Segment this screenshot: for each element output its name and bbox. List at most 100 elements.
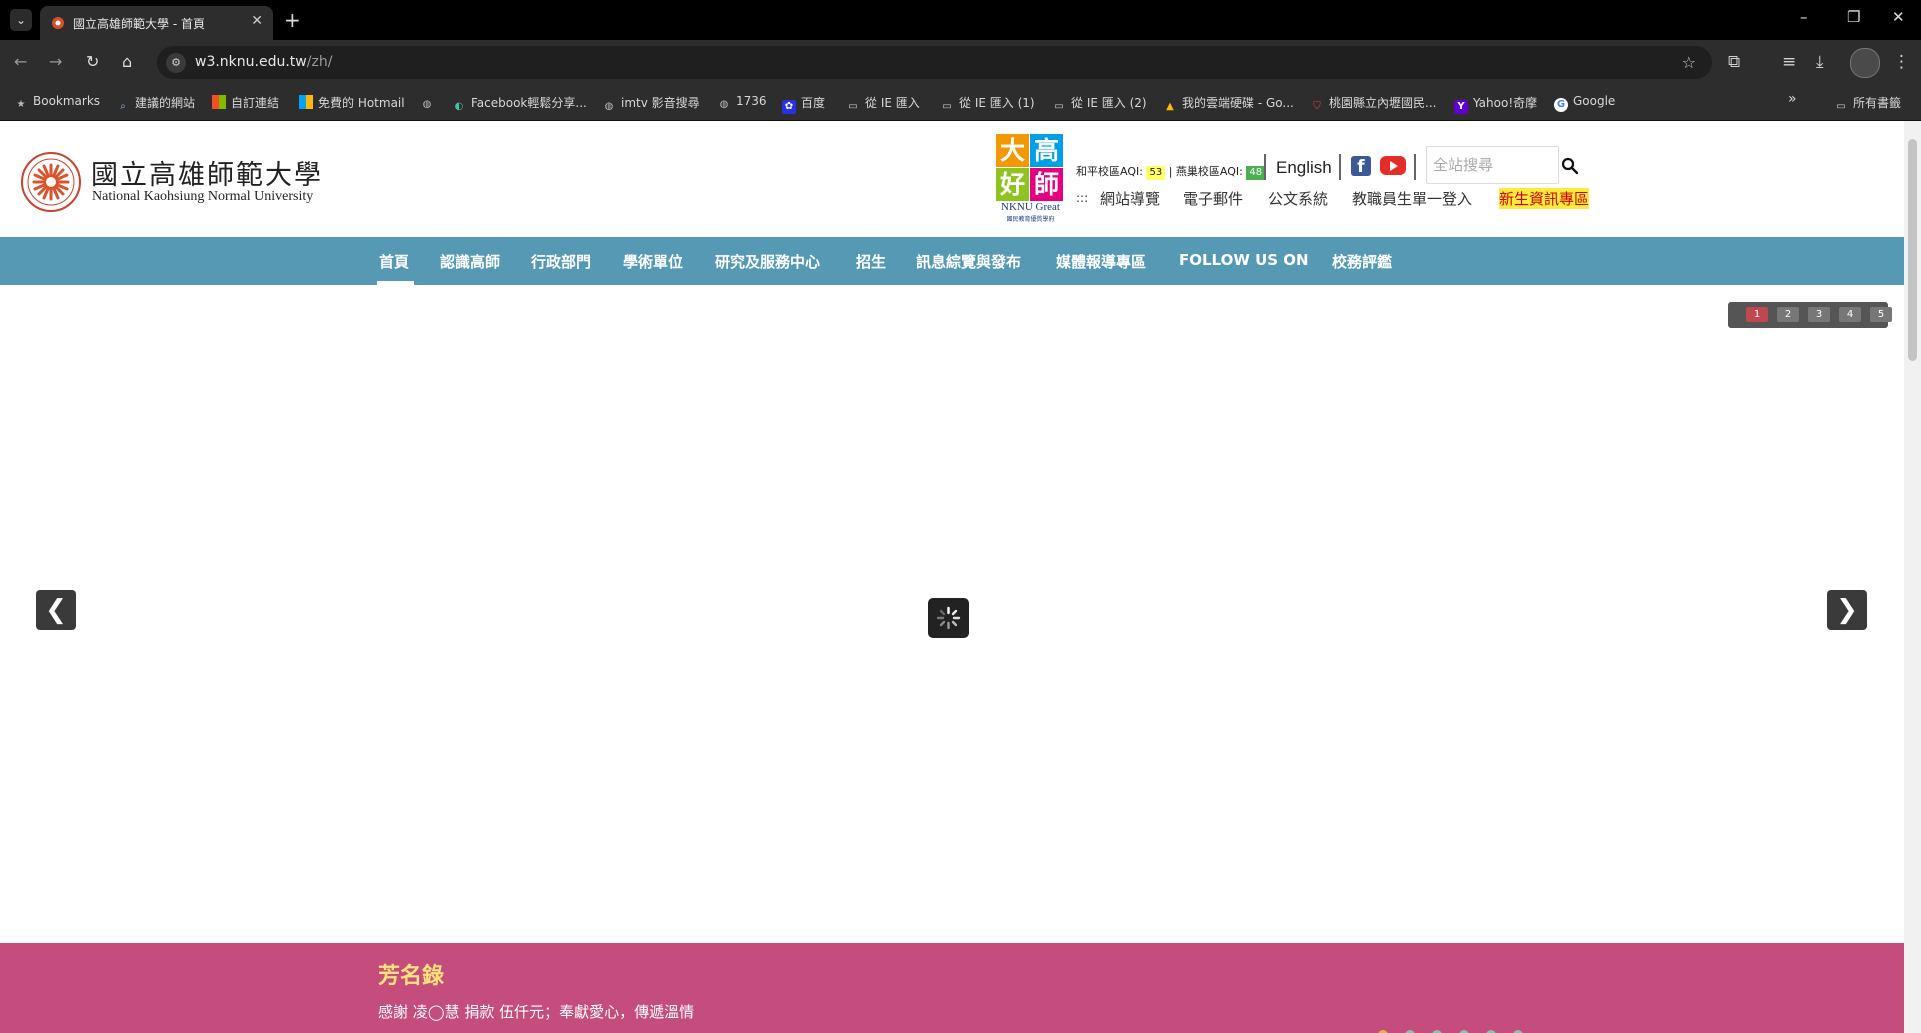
- windows-icon: [212, 95, 226, 109]
- loading-spinner-icon: [928, 598, 969, 638]
- site-info-icon[interactable]: ⚙: [166, 53, 186, 73]
- minimize-icon[interactable]: –: [1800, 8, 1808, 26]
- page-scrollbar[interactable]: [1904, 121, 1921, 1033]
- bookmark-item[interactable]: Y Yahoo!奇摩: [1454, 94, 1537, 114]
- bookmark-star-icon[interactable]: ☆: [1682, 53, 1696, 72]
- tab-title: 國立高雄師範大學 - 首頁: [73, 17, 205, 31]
- great-char: 大: [996, 134, 1029, 167]
- bookmark-folder[interactable]: ▭ 從 IE 匯入: [846, 94, 920, 114]
- freshman-info-link[interactable]: 新生資訊專區: [1499, 188, 1590, 209]
- bookmark-item[interactable]: ★ Bookmarks: [14, 94, 101, 112]
- browser-tab-strip: ⌄ 國立高雄師範大學 - 首頁 ✕ + – ❐ ✕: [0, 0, 1921, 40]
- forward-arrow-icon[interactable]: →: [49, 52, 62, 71]
- university-seal-logo[interactable]: [20, 151, 82, 213]
- nav-news[interactable]: 訊息綜覽與發布: [916, 251, 1021, 272]
- active-tab[interactable]: 國立高雄師範大學 - 首頁 ✕: [40, 6, 273, 40]
- nav-research-centers[interactable]: 研究及服務中心: [715, 251, 820, 272]
- bookmark-folder[interactable]: ▭ 從 IE 匯入 (1): [940, 94, 1034, 114]
- tab-search-chevron-icon[interactable]: ⌄: [10, 9, 32, 31]
- slider-prev-icon[interactable]: ❮: [36, 590, 76, 630]
- sso-login-link[interactable]: 教職員生單一登入: [1352, 188, 1472, 209]
- reload-icon[interactable]: ↻: [86, 52, 99, 71]
- nav-follow-us[interactable]: FOLLOW US ON: [1179, 251, 1309, 269]
- all-bookmarks-folder[interactable]: ▭ 所有書籤: [1834, 94, 1901, 114]
- aqi-yanchao-value: 48: [1246, 166, 1266, 180]
- bookmark-item[interactable]: ◐ Facebook輕鬆分享...: [452, 94, 587, 114]
- slider-next-icon[interactable]: ❯: [1827, 590, 1867, 630]
- bookmark-item[interactable]: G Google: [1554, 94, 1615, 112]
- bookmark-item[interactable]: ◍: [420, 94, 439, 112]
- more-menu-icon[interactable]: ⋮: [1893, 52, 1910, 72]
- profile-avatar-icon[interactable]: [1850, 48, 1880, 78]
- nav-home[interactable]: 首頁: [379, 251, 409, 272]
- honor-roll-title: 芳名錄: [378, 964, 445, 989]
- slide-page-button[interactable]: 2: [1777, 307, 1799, 322]
- close-tab-icon[interactable]: ✕: [251, 13, 263, 29]
- home-icon[interactable]: ⌂: [122, 52, 132, 71]
- great-char: 好: [996, 168, 1029, 201]
- back-arrow-icon[interactable]: ←: [14, 52, 27, 71]
- google-icon: G: [1554, 98, 1568, 112]
- bookmark-item[interactable]: ⌕ 建議的網站: [116, 94, 195, 114]
- aqi-readout[interactable]: 和平校區AQI: 53 | 燕巢校區AQI: 48: [1076, 163, 1266, 180]
- nav-admissions[interactable]: 招生: [856, 251, 886, 272]
- bookmark-folder[interactable]: ▭ 從 IE 匯入 (2): [1052, 94, 1146, 114]
- edge-icon: ◐: [454, 101, 464, 112]
- slide-page-button[interactable]: 5: [1870, 307, 1892, 322]
- restore-icon[interactable]: ❐: [1847, 8, 1860, 26]
- new-tab-plus-icon[interactable]: +: [284, 8, 301, 32]
- english-link[interactable]: English: [1276, 158, 1332, 178]
- youtube-icon[interactable]: [1380, 156, 1406, 175]
- sitemap-link[interactable]: 網站導覽: [1100, 188, 1160, 209]
- university-name-zh[interactable]: 國立高雄師範大學: [91, 153, 323, 192]
- slide-page-button[interactable]: 1: [1746, 307, 1768, 322]
- window-close-icon[interactable]: ✕: [1892, 8, 1905, 26]
- url-text[interactable]: w3.nknu.edu.tw/zh/: [195, 54, 332, 70]
- nav-administration[interactable]: 行政部門: [531, 251, 591, 272]
- nav-academics[interactable]: 學術單位: [623, 251, 683, 272]
- slider-pagination: 1 2 3 4 5: [1728, 302, 1892, 328]
- baidu-icon: ✿: [782, 100, 796, 114]
- search-icon: ⌕: [120, 101, 126, 112]
- media-queue-icon[interactable]: ≡: [1782, 52, 1796, 72]
- star-icon: ★: [16, 99, 26, 110]
- extensions-puzzle-icon[interactable]: ⧉: [1728, 52, 1740, 72]
- util-prefix: :::: [1076, 191, 1089, 205]
- nav-evaluation[interactable]: 校務評鑑: [1332, 251, 1392, 272]
- bookmark-item[interactable]: ✿ 百度: [782, 94, 825, 114]
- folder-icon: ▭: [942, 101, 952, 112]
- facebook-icon[interactable]: f: [1351, 156, 1371, 177]
- nknu-great-logo[interactable]: 大 高 好 師 NKNU Great 國民教育優質學府: [996, 134, 1065, 224]
- email-link[interactable]: 電子郵件: [1183, 188, 1243, 209]
- shield-icon: ⛉: [1313, 101, 1321, 112]
- bookmark-item[interactable]: 免費的 Hotmail: [299, 94, 405, 111]
- document-system-link[interactable]: 公文系統: [1268, 188, 1328, 209]
- aqi-divider: |: [1168, 165, 1173, 178]
- globe-icon: ◍: [422, 99, 432, 110]
- browser-toolbar: ← → ↻ ⌂ ⚙ w3.nknu.edu.tw/zh/ ☆ ⧉ ≡ ⤓ ⋮: [0, 40, 1921, 86]
- bookmark-item[interactable]: ▲ 我的雲端硬碟 - Go...: [1163, 94, 1294, 114]
- university-name-en[interactable]: National Kaohsiung Normal University: [92, 189, 313, 205]
- download-icon[interactable]: ⤓: [1816, 52, 1824, 72]
- bookmark-item[interactable]: ◍ 1736: [717, 94, 767, 112]
- great-subcaption: 國民教育優質學府: [1006, 216, 1055, 223]
- bookmark-item[interactable]: 自訂連結: [212, 94, 279, 111]
- search-icon[interactable]: [1561, 157, 1579, 175]
- folder-icon: ▭: [1054, 101, 1064, 112]
- slide-page-button[interactable]: 4: [1839, 307, 1861, 322]
- bookmark-item[interactable]: ◍ imtv 影音搜尋: [602, 94, 700, 114]
- site-search-input[interactable]: [1426, 146, 1559, 184]
- nav-active-indicator: [377, 281, 414, 285]
- address-bar[interactable]: ⚙ w3.nknu.edu.tw/zh/ ☆: [157, 46, 1712, 79]
- more-bookmarks-chevron-icon[interactable]: »: [1788, 91, 1797, 107]
- web-page: 國立高雄師範大學 National Kaohsiung Normal Unive…: [0, 121, 1904, 1033]
- folder-icon: ▭: [1836, 101, 1846, 112]
- honor-roll-text[interactable]: 感謝 凌◯慧 捐款 伍仟元；奉獻愛心，傳遞溫情: [378, 1001, 694, 1022]
- nav-about[interactable]: 認識高師: [440, 251, 500, 272]
- aqi-heping-value: 53: [1146, 166, 1166, 180]
- scrollbar-thumb[interactable]: [1908, 139, 1917, 361]
- honor-carousel-dots: [1378, 1029, 1540, 1033]
- bookmark-item[interactable]: ⛉ 桃園縣立內壢國民...: [1310, 94, 1436, 114]
- nav-media[interactable]: 媒體報導專區: [1056, 251, 1146, 272]
- slide-page-button[interactable]: 3: [1808, 307, 1830, 322]
